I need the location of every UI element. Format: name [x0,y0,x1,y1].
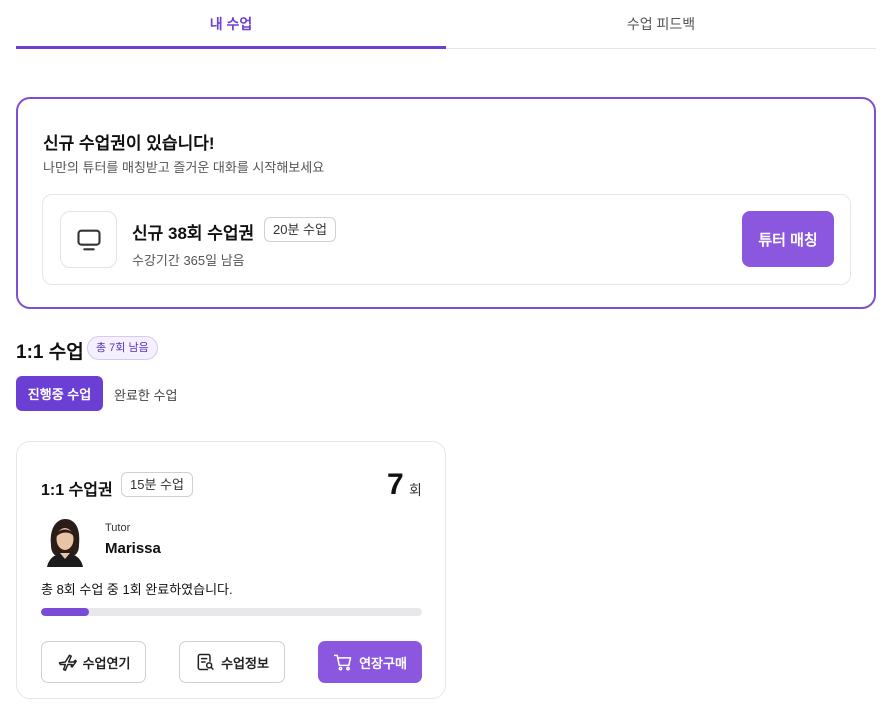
extend-purchase-button[interactable]: 연장구매 [318,641,422,683]
extend-purchase-label: 연장구매 [359,655,407,671]
ticket-card: 신규 38회 수업권 20분 수업 수강기간 365일 남음 튜터 매칭 [42,194,851,285]
tutor-matching-button[interactable]: 튜터 매칭 [742,211,834,267]
remaining-count: 7 [387,468,404,501]
section-title: 1:1 수업 [16,342,84,363]
ticket-validity: 수강기간 365일 남음 [132,253,245,268]
tutor-name: Marissa [105,540,161,557]
document-search-icon [195,652,215,672]
ticket-duration-badge: 20분 수업 [264,217,336,242]
banner-subtitle: 나만의 튜터를 매칭받고 즐거운 대화를 시작해보세요 [43,160,325,175]
tutor-label: Tutor [105,522,131,534]
tab-my-lessons[interactable]: 내 수업 [16,0,446,49]
banner-title: 신규 수업권이 있습니다! [43,134,215,153]
tutor-avatar [41,515,89,567]
filter-in-progress[interactable]: 진행중 수업 [16,376,103,411]
tab-bar: 내 수업 수업 피드백 [16,0,876,49]
card-duration-badge: 15분 수업 [121,472,193,497]
ticket-title: 신규 38회 수업권 [132,224,255,243]
airplane-icon [57,652,77,672]
lesson-card: 1:1 수업권 15분 수업 7 회 Tutor Marissa 총 8회 수업… [16,441,446,699]
postpone-lesson-button[interactable]: 수업연기 [41,641,146,683]
tab-lesson-feedback[interactable]: 수업 피드백 [446,0,876,48]
new-ticket-banner: 신규 수업권이 있습니다! 나만의 튜터를 매칭받고 즐거운 대화를 시작해보세… [16,97,876,309]
cart-icon [333,652,353,672]
card-title: 1:1 수업권 [41,482,113,499]
lesson-info-label: 수업정보 [221,655,269,671]
remaining-count-unit: 회 [409,482,422,498]
postpone-lesson-label: 수업연기 [82,655,131,671]
monitor-icon [60,211,117,268]
lesson-info-button[interactable]: 수업정보 [179,641,285,683]
filter-completed[interactable]: 완료한 수업 [114,385,177,404]
progress-bar-fill [41,608,89,616]
remaining-badge: 총 7회 남음 [87,336,158,360]
progress-text: 총 8회 수업 중 1회 완료하였습니다. [41,582,233,597]
progress-bar [41,608,422,616]
